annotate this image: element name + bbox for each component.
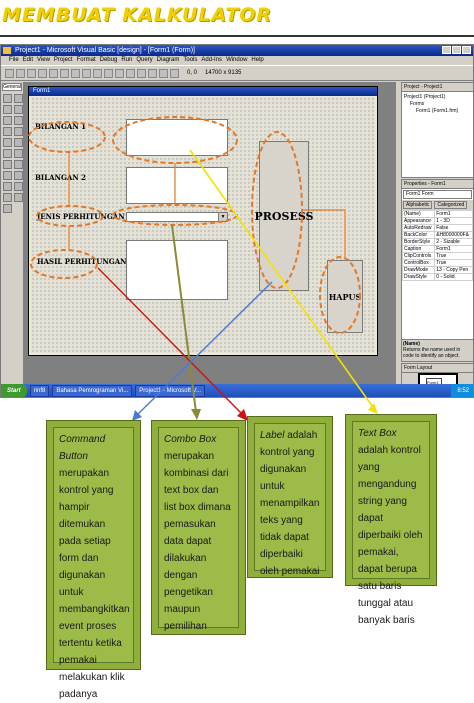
ellipse-textbox [112, 116, 238, 164]
callout-combo-term: Combo Box [164, 434, 217, 445]
callout-textbox-body: Text Box adalah kontrol yang mengandung … [352, 421, 430, 626]
connector-buttons [302, 209, 346, 257]
arrow-textbox [189, 149, 376, 411]
ellipse-combobox [112, 204, 238, 226]
arrow-head-yellow [368, 403, 378, 414]
callout-combo-body: Combo Box merupakan kombinasi dari text … [158, 427, 239, 632]
callout-label-term: Label [260, 430, 285, 441]
ellipse-command-proses [251, 131, 303, 289]
callout-combo-text: merupakan kombinasi dari text box dan li… [164, 451, 231, 632]
arrow-head-olive [191, 409, 201, 420]
callout-command-button: Command Button merupakan kontrol yang ha… [46, 420, 141, 700]
ellipse-label-hasil [30, 249, 98, 279]
callout-label-body: Label adalah kontrol yang digunakan untu… [254, 423, 326, 577]
arrow-combobox [171, 224, 197, 413]
arrow-command [135, 281, 273, 417]
callout-textbox-text: adalah kontrol yang mengandung string ya… [358, 445, 423, 626]
callout-combo-box: Combo Box merupakan kombinasi dari text … [151, 420, 246, 635]
callout-command-text: merupakan kontrol yang hampir ditemukan … [59, 468, 130, 700]
ellipse-command-hapus [319, 256, 361, 334]
callout-textbox-term: Text Box [358, 428, 397, 439]
callout-label: Label adalah kontrol yang digunakan untu… [247, 416, 333, 578]
ellipse-label-bilangan1 [28, 121, 106, 153]
callout-text-box: Text Box adalah kontrol yang mengandung … [345, 414, 437, 626]
arrow-label [97, 267, 245, 417]
callout-command-body: Command Button merupakan kontrol yang ha… [53, 427, 134, 700]
callout-label-text: adalah kontrol yang digunakan untuk mena… [260, 430, 320, 577]
callout-command-term: Command Button [59, 434, 106, 462]
ellipse-label-jenis [36, 205, 104, 227]
